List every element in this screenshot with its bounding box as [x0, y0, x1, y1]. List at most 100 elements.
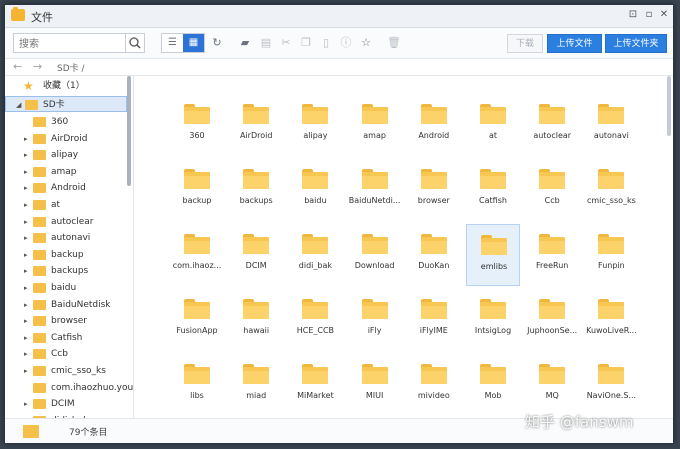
sidebar-item[interactable]: ▸ at — [5, 197, 127, 213]
sidebar-item[interactable]: ▸ baidu — [5, 280, 127, 296]
trash-icon[interactable]: 🗑 — [385, 34, 403, 52]
sidebar-favorites[interactable]: ★ 收藏（1） — [5, 78, 127, 94]
expand-arrow-icon[interactable]: ▸ — [24, 247, 28, 263]
sidebar-item[interactable]: ▸ Ccb — [5, 346, 127, 362]
search-input[interactable] — [14, 34, 133, 54]
folder-item[interactable]: libs — [170, 354, 224, 416]
folder-item[interactable]: com.ihaoz... — [170, 224, 224, 286]
folder-item[interactable]: Ccb — [525, 159, 579, 221]
folder-item[interactable]: baidu — [288, 159, 342, 221]
folder-item[interactable]: autonavi — [584, 94, 638, 156]
upload-folder-button[interactable]: 上传文件夹 — [605, 34, 667, 53]
sidebar-item[interactable]: ▸ AirDroid — [5, 131, 127, 147]
expand-arrow-icon[interactable]: ▸ — [24, 346, 28, 362]
folder-item[interactable]: IntsigLog — [466, 289, 520, 351]
expand-arrow-icon[interactable]: ▸ — [24, 330, 28, 346]
expand-arrow-icon[interactable]: ◢ — [16, 97, 21, 113]
folder-item[interactable]: BaiduNetdi... — [348, 159, 402, 221]
folder-item[interactable]: amap — [348, 94, 402, 156]
folder-item[interactable]: miad — [229, 354, 283, 416]
folder-item[interactable]: MIUI — [348, 354, 402, 416]
expand-arrow-icon[interactable]: ▸ — [24, 363, 28, 379]
folder-item[interactable]: 360 — [170, 94, 224, 156]
folder-item[interactable]: backup — [170, 159, 224, 221]
star-icon[interactable]: ☆ — [357, 34, 375, 52]
folder-item[interactable]: MQ — [525, 354, 579, 416]
sidebar-item[interactable]: ▸ browser — [5, 313, 127, 329]
folder-item[interactable]: KuwoLiveR... — [584, 289, 638, 351]
forward-icon[interactable]: → — [33, 60, 42, 73]
sidebar-item[interactable]: ▸ backups — [5, 263, 127, 279]
sidebar-root-sd[interactable]: ◢ SD卡 — [5, 96, 127, 112]
folder-item[interactable]: HCE_CCB — [288, 289, 342, 351]
folder-item[interactable]: hawaii — [229, 289, 283, 351]
main-scrollbar[interactable] — [667, 76, 671, 136]
folder-item[interactable]: emlibs — [466, 224, 520, 286]
archive-icon[interactable]: ▤ — [257, 34, 275, 52]
sidebar-scrollbar[interactable] — [127, 76, 131, 186]
search-icon[interactable] — [125, 34, 144, 52]
pin-icon[interactable]: ⊡ — [627, 9, 639, 21]
sidebar-item[interactable]: ▸ Catfish — [5, 330, 127, 346]
expand-arrow-icon[interactable]: ▸ — [24, 280, 28, 296]
sidebar-item[interactable]: ▸ cmic_sso_ks — [5, 363, 127, 379]
folder-item[interactable]: AirDroid — [229, 94, 283, 156]
expand-arrow-icon[interactable]: ▸ — [24, 263, 28, 279]
sidebar-item[interactable]: ▸ amap — [5, 164, 127, 180]
folder-item[interactable]: backups — [229, 159, 283, 221]
expand-arrow-icon[interactable]: ▸ — [24, 164, 28, 180]
back-icon[interactable]: ← — [13, 60, 22, 73]
folder-item[interactable]: NaviOne.S... — [584, 354, 638, 416]
folder-item[interactable]: Catfish — [466, 159, 520, 221]
folder-item[interactable]: iFly — [348, 289, 402, 351]
new-folder-icon[interactable]: ▰ — [236, 34, 254, 52]
paste-icon[interactable]: ▯ — [317, 34, 335, 52]
folder-item[interactable]: didi_bak — [288, 224, 342, 286]
folder-item[interactable]: at — [466, 94, 520, 156]
sidebar-item[interactable]: ▸ autonavi — [5, 230, 127, 246]
expand-arrow-icon[interactable]: ▸ — [24, 180, 28, 196]
expand-arrow-icon[interactable]: ▸ — [24, 297, 28, 313]
folder-item[interactable]: Download — [348, 224, 402, 286]
folder-item[interactable]: autoclear — [525, 94, 579, 156]
sidebar-item[interactable]: com.ihaozhuo.you... — [5, 380, 133, 396]
expand-arrow-icon[interactable]: ▸ — [24, 396, 28, 412]
list-view-icon[interactable]: ☰ — [162, 34, 183, 52]
download-button[interactable]: 下载 — [507, 34, 543, 53]
folder-item[interactable]: cmic_sso_ks — [584, 159, 638, 221]
expand-arrow-icon[interactable]: ▸ — [24, 131, 28, 147]
sidebar-item[interactable]: 360 — [5, 114, 127, 130]
sidebar-item[interactable]: ▸ autoclear — [5, 214, 127, 230]
expand-arrow-icon[interactable]: ▸ — [24, 313, 28, 329]
minimize-icon[interactable]: ▫ — [643, 9, 655, 21]
info-icon[interactable]: ⓘ — [337, 34, 355, 52]
folder-item[interactable]: iFlyIME — [407, 289, 461, 351]
refresh-icon[interactable]: ↻ — [208, 34, 226, 52]
cut-icon[interactable]: ✂ — [277, 34, 295, 52]
close-icon[interactable]: ✕ — [658, 9, 670, 21]
upload-file-button[interactable]: 上传文件 — [547, 34, 602, 53]
expand-arrow-icon[interactable]: ▸ — [24, 147, 28, 163]
sidebar-item[interactable]: ▸ backup — [5, 247, 127, 263]
copy-icon[interactable]: ❐ — [297, 34, 315, 52]
folder-item[interactable]: Android — [407, 94, 461, 156]
folder-item[interactable]: alipay — [288, 94, 342, 156]
folder-item[interactable]: Funpin — [584, 224, 638, 286]
sidebar-item[interactable]: ▸ DCIM — [5, 396, 127, 412]
folder-item[interactable]: mivideo — [407, 354, 461, 416]
folder-item[interactable]: FusionApp — [170, 289, 224, 351]
expand-arrow-icon[interactable]: ▸ — [24, 197, 28, 213]
expand-arrow-icon[interactable]: ▸ — [24, 214, 28, 230]
folder-item[interactable]: Mob — [466, 354, 520, 416]
grid-view-icon[interactable]: ▦ — [183, 34, 204, 52]
folder-item[interactable]: browser — [407, 159, 461, 221]
sidebar-item[interactable]: ▸ Android — [5, 180, 127, 196]
sidebar-item[interactable]: ▸ BaiduNetdisk — [5, 297, 127, 313]
expand-arrow-icon[interactable]: ▸ — [24, 230, 28, 246]
folder-item[interactable]: MiMarket — [288, 354, 342, 416]
sidebar-item[interactable]: ▸ alipay — [5, 147, 127, 163]
folder-item[interactable]: FreeRun — [525, 224, 579, 286]
folder-item[interactable]: DCIM — [229, 224, 283, 286]
breadcrumb[interactable]: SD卡 / — [57, 61, 85, 74]
folder-item[interactable]: DuoKan — [407, 224, 461, 286]
